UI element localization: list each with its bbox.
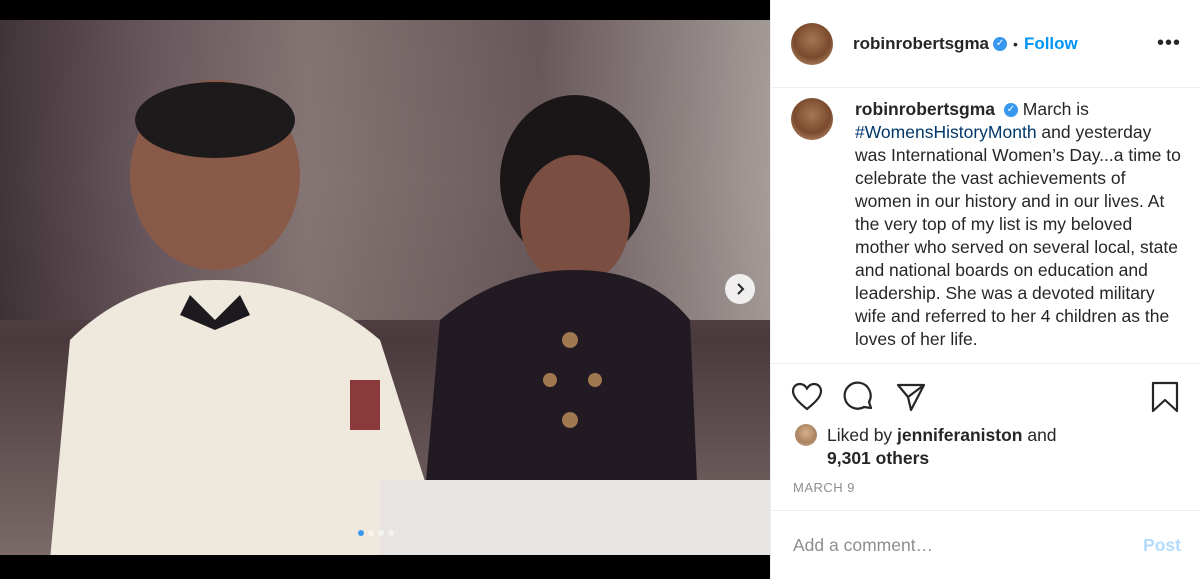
- comment-bar: Post: [771, 510, 1200, 579]
- comment-icon[interactable]: [843, 381, 875, 413]
- liked-others-link[interactable]: 9,301 others: [827, 448, 929, 468]
- likes-text: Liked by jenniferaniston and 9,301 other…: [827, 424, 1057, 470]
- post-username[interactable]: robinrobertsgma: [853, 34, 989, 54]
- avatar[interactable]: [791, 22, 833, 65]
- post-header: robinrobertsgma ✓ • Follow •••: [771, 0, 1200, 88]
- carousel-next-button[interactable]: [725, 274, 755, 304]
- likes-summary: Liked by jenniferaniston and 9,301 other…: [771, 416, 1200, 470]
- caption-username[interactable]: robinrobertsgma: [855, 99, 995, 119]
- liked-by-user[interactable]: jenniferaniston: [897, 425, 1022, 445]
- bookmark-icon[interactable]: [1149, 381, 1181, 413]
- caption-prefix: March is: [1022, 99, 1089, 119]
- carousel-dot: [388, 530, 394, 536]
- caption-rest: and yesterday was International Women’s …: [855, 122, 1181, 349]
- caption-area: robinrobertsgma ✓ March is #WomensHistor…: [771, 88, 1200, 363]
- more-options-button[interactable]: •••: [1157, 32, 1181, 55]
- carousel-dot: [358, 530, 364, 536]
- liked-by-prefix: Liked by: [827, 425, 898, 445]
- verified-badge-icon: ✓: [1003, 103, 1018, 118]
- liker-avatar[interactable]: [795, 424, 817, 446]
- media-pane: [0, 0, 770, 579]
- heart-icon[interactable]: [791, 381, 823, 413]
- header-separator: •: [1013, 35, 1018, 52]
- post-date[interactable]: MARCH 9: [771, 470, 1200, 495]
- caption-hashtag[interactable]: #WomensHistoryMonth: [855, 122, 1037, 142]
- liked-by-and: and: [1022, 425, 1057, 445]
- follow-button[interactable]: Follow: [1024, 34, 1078, 54]
- share-icon[interactable]: [895, 381, 927, 413]
- verified-badge-icon: ✓: [993, 36, 1008, 51]
- caption-avatar[interactable]: [791, 98, 833, 140]
- post-comment-button[interactable]: Post: [1143, 535, 1181, 556]
- post-sidebar: robinrobertsgma ✓ • Follow ••• robinrobe…: [770, 0, 1200, 579]
- post-photo[interactable]: [0, 20, 770, 555]
- carousel-dot: [368, 530, 374, 536]
- carousel-dot: [378, 530, 384, 536]
- post-actions: Liked by jenniferaniston and 9,301 other…: [771, 363, 1200, 495]
- caption: robinrobertsgma ✓ March is #WomensHistor…: [855, 98, 1181, 363]
- carousel-indicators: [358, 530, 394, 536]
- action-icons: [771, 364, 1200, 416]
- comment-input[interactable]: [791, 533, 1144, 557]
- photo-table: [380, 480, 770, 555]
- chevron-right-icon: [737, 283, 745, 295]
